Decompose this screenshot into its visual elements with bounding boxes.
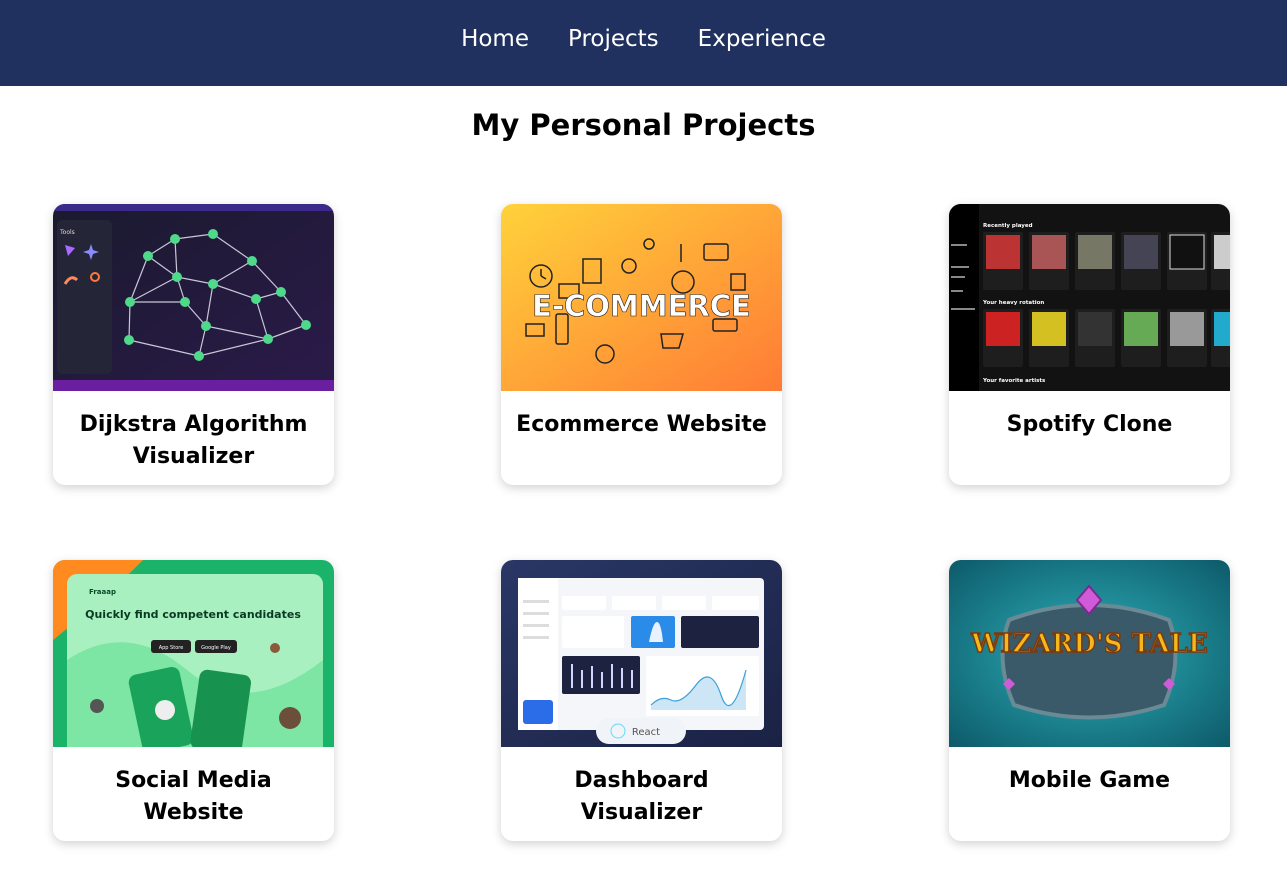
- thumb-ecommerce-banner: E-COMMERCE: [532, 289, 751, 323]
- project-title: Dijkstra Algorithm Visualizer: [79, 412, 308, 469]
- project-card-dashboard[interactable]: React Dashboard Visualizer: [501, 560, 782, 841]
- thumb-recent-label: Recently played: [983, 223, 1033, 229]
- project-card-ecommerce[interactable]: E-COMMERCE Ecommerce Website: [501, 204, 782, 485]
- thumb-google-play: Google Play: [201, 645, 231, 651]
- project-thumbnail-spotify: Recently played Your heavy rotation Your…: [949, 204, 1230, 391]
- project-thumbnail-dashboard: React: [501, 560, 782, 747]
- thumb-tools-label: Tools: [59, 229, 75, 236]
- project-card-dijkstra[interactable]: Tools Dijkstra Algorithm Visualizer: [53, 204, 334, 485]
- project-title: Ecommerce Website: [516, 412, 767, 437]
- project-thumbnail-social-media: Fraaap Quickly find competent candidates…: [53, 560, 334, 747]
- project-title: Mobile Game: [1008, 768, 1171, 793]
- page-title: My Personal Projects: [471, 108, 816, 142]
- project-title: Dashboard Visualizer: [574, 768, 709, 825]
- project-thumbnail-ecommerce: E-COMMERCE: [501, 204, 782, 391]
- nav-experience-link[interactable]: Experience: [698, 26, 826, 52]
- thumb-headline: Quickly find competent candidates: [85, 608, 301, 621]
- project-card-mobile-game[interactable]: WIZARD'S TALE Mobile Game: [949, 560, 1230, 841]
- thumb-brand: Fraaap: [89, 588, 116, 596]
- project-title: Social Media Website: [115, 768, 272, 825]
- thumb-app-store: App Store: [159, 645, 184, 651]
- project-thumbnail-mobile-game: WIZARD'S TALE: [949, 560, 1230, 747]
- project-title: Spotify Clone: [1006, 412, 1173, 437]
- project-card-social-media[interactable]: Fraaap Quickly find competent candidates…: [53, 560, 334, 841]
- thumb-artists-label: Your favorite artists: [982, 378, 1046, 384]
- project-card-spotify[interactable]: Recently played Your heavy rotation Your…: [949, 204, 1230, 485]
- thumb-react-badge: React: [632, 727, 660, 738]
- project-thumbnail-dijkstra: Tools: [53, 204, 334, 391]
- thumb-game-logo: WIZARD'S TALE: [970, 629, 1208, 659]
- thumb-heavy-label: Your heavy rotation: [982, 300, 1044, 306]
- nav-projects-link[interactable]: Projects: [568, 26, 659, 52]
- nav-home-link[interactable]: Home: [461, 26, 529, 52]
- top-nav: Home Projects Experience: [0, 0, 1287, 86]
